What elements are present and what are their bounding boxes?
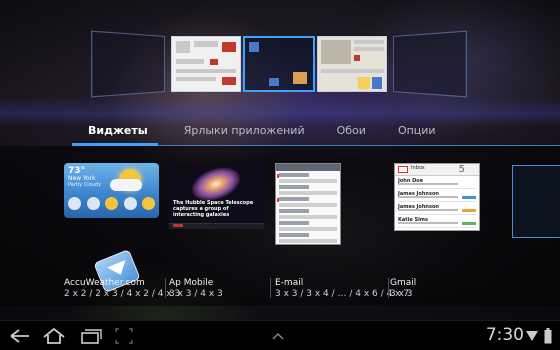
- widget-name-accuweather: AccuWeather.com: [64, 278, 145, 288]
- tab-app-shortcuts[interactable]: Ярлыки приложений: [168, 118, 321, 146]
- wifi-icon: [526, 331, 538, 341]
- folder-widget-preview[interactable]: [512, 165, 560, 238]
- home-screen-preview-5[interactable]: [393, 30, 467, 98]
- gmail-inbox-title: Inbox: [411, 165, 425, 171]
- home-screen-preview-1[interactable]: [91, 30, 165, 98]
- tab-options[interactable]: Опции: [382, 118, 452, 146]
- widget-name-ap-mobile: Ap Mobile: [169, 278, 214, 288]
- recent-apps-icon[interactable]: [76, 325, 104, 347]
- customize-tabs: Виджеты Ярлыки приложений Обои Опции: [72, 118, 452, 146]
- gmail-preview: Inbox 5 John Doe James Johnson James Joh…: [394, 163, 480, 231]
- tab-wallpapers[interactable]: Обои: [321, 118, 382, 146]
- email-preview: [275, 163, 341, 245]
- home-icon[interactable]: [40, 325, 68, 347]
- widget-sizes-accuweather: 2 x 2 / 2 x 3 / 4 x 2 / 4 x 3: [64, 289, 181, 299]
- widget-separator: [270, 278, 271, 298]
- battery-icon: [544, 328, 552, 344]
- status-clock[interactable]: 7:30: [486, 325, 524, 345]
- weather-city: New York: [68, 175, 96, 182]
- system-bar: 7:30: [0, 320, 560, 350]
- ap-headline: The Hubble Space Telescope captures a gr…: [173, 200, 254, 218]
- widget-name-gmail: Gmail: [390, 278, 417, 288]
- home-screen-preview-4[interactable]: [317, 36, 387, 92]
- home-screen-preview-current[interactable]: [243, 36, 315, 92]
- accuweather-preview: 73° New York Partly Cloudy: [64, 163, 159, 218]
- back-arrow-icon[interactable]: [6, 325, 34, 347]
- weather-desc: Partly Cloudy: [68, 182, 102, 188]
- forecast-row: [68, 197, 155, 214]
- tab-widgets[interactable]: Виджеты: [72, 118, 164, 146]
- gmail-unread-count: 5: [458, 164, 465, 175]
- widget-separator: [165, 278, 166, 298]
- widget-name-email: E-mail: [275, 278, 304, 288]
- ap-mobile-preview: The Hubble Space Telescope captures a gr…: [169, 163, 264, 229]
- screenshot-icon[interactable]: [110, 325, 138, 347]
- widget-sizes-gmail: 3 x 3: [390, 289, 413, 299]
- gmail-icon: [398, 166, 408, 173]
- widget-sizes-ap-mobile: 3 x 3 / 4 x 3: [169, 289, 223, 299]
- widget-separator: [388, 278, 389, 298]
- chevron-up-icon[interactable]: [272, 332, 284, 340]
- cloud-icon: [110, 179, 142, 191]
- home-screen-preview-2[interactable]: [171, 36, 241, 92]
- home-screen-pager: [91, 30, 467, 98]
